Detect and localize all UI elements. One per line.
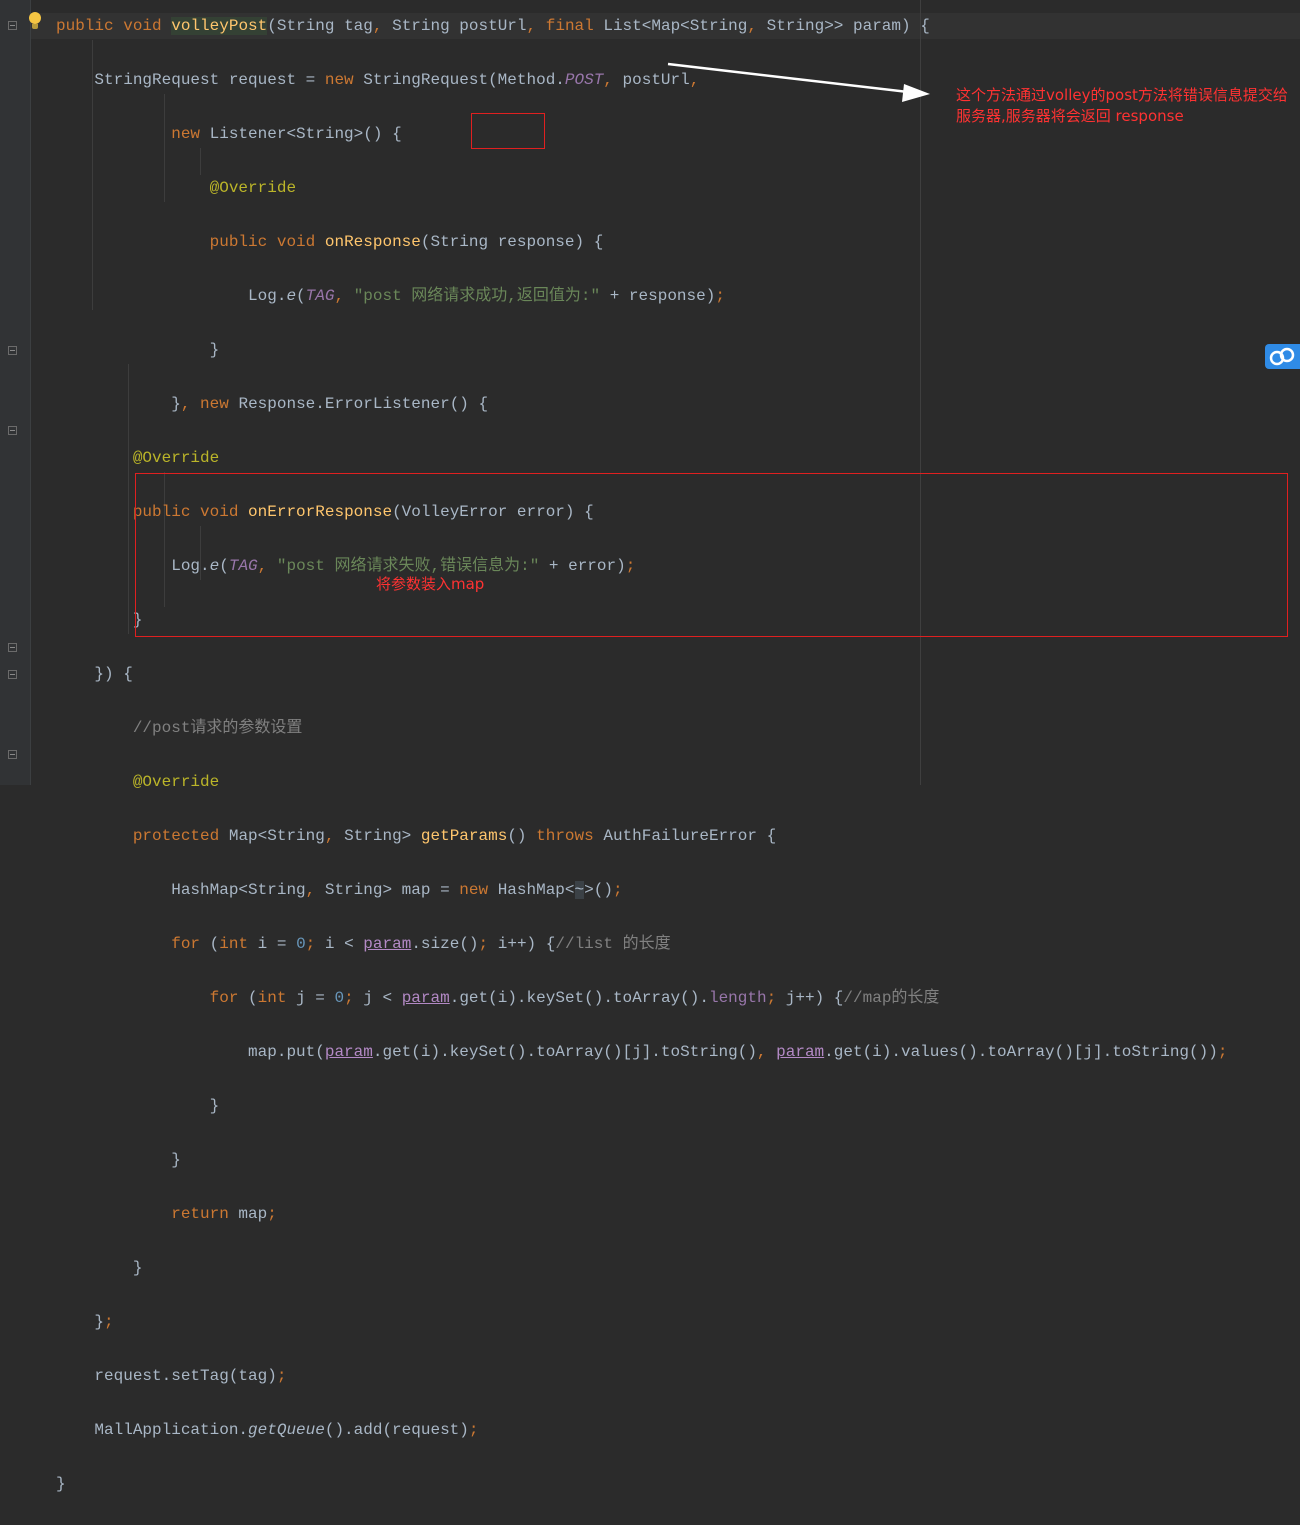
code-line: map.put(param.get(i).keySet().toArray()[… [56,1043,1228,1061]
cloud-sync-icon[interactable] [1265,344,1300,369]
code-line: } [56,1097,220,1115]
code-line: }; [56,1313,114,1331]
code-line: for (int j = 0; j < param.get(i).keySet(… [209,989,940,1007]
code-line: protected Map<String, String> getParams(… [132,827,777,845]
map-annotation: 将参数装入map [376,575,485,593]
code-line: for (int i = 0; i < param.size(); i++) {… [171,935,671,953]
response-annotation: 这个方法通过volley的post方法将错误信息提交给服务器,服务器将会返回 r… [956,86,1288,125]
code-line: } [56,1475,66,1493]
code-line: MallApplication.getQueue().add(request); [56,1421,479,1439]
code-line: HashMap<String, String> map = new HashMa… [56,881,623,899]
code-line: } [56,1259,143,1277]
code-line: request.setTag(tag); [56,1367,287,1385]
code-line: return map; [171,1205,277,1223]
code-line: } [56,1151,181,1169]
